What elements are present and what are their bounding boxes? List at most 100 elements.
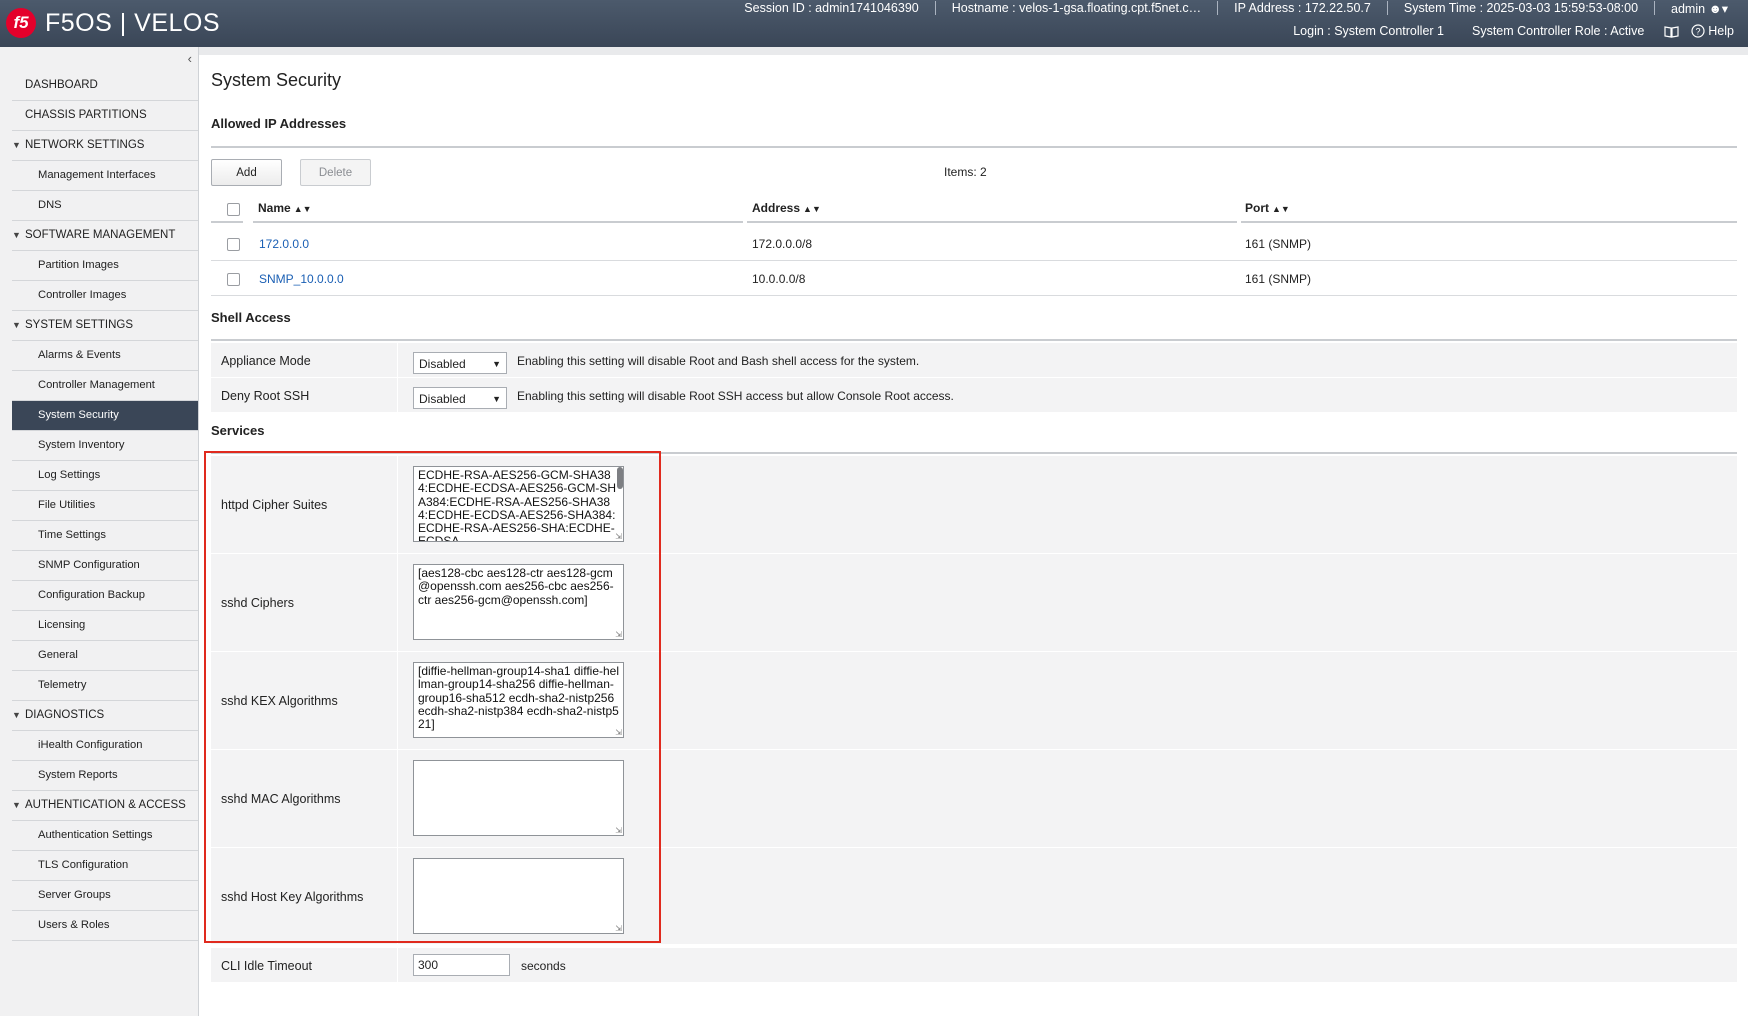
sidebar-item-configuration-backup[interactable]: Configuration Backup: [12, 581, 198, 611]
row-name-link[interactable]: 172.0.0.0: [259, 237, 309, 251]
collapse-sidebar-icon[interactable]: ‹: [188, 51, 192, 66]
sidebar-item-controller-images[interactable]: Controller Images: [12, 281, 198, 311]
sidebar-item-dashboard[interactable]: DASHBOARD: [12, 71, 198, 101]
sidebar-item-label: CHASSIS PARTITIONS: [25, 109, 147, 121]
documentation-button[interactable]: [1658, 25, 1685, 38]
sshd-kex-value: [diffie-hellman-group14-sha1 diffie-hell…: [418, 664, 620, 732]
ip-address: IP Address : 172.22.50.7: [1218, 1, 1388, 15]
row-checkbox[interactable]: [227, 238, 240, 251]
httpd-cipher-suites-textarea[interactable]: ECDHE-RSA-AES256-GCM-SHA384:ECDHE-ECDSA-…: [413, 466, 624, 542]
sidebar-item-alarms-and-events[interactable]: Alarms & Events: [12, 341, 198, 371]
textarea-scrollbar[interactable]: [617, 467, 623, 489]
sidebar-section-system-settings[interactable]: ▼ SYSTEM SETTINGS: [12, 311, 198, 341]
sidebar-item-dns[interactable]: DNS: [12, 191, 198, 221]
sidebar-item-management-interfaces[interactable]: Management Interfaces: [12, 161, 198, 191]
table-row[interactable]: SNMP_10.0.0.0 10.0.0.0/8 161 (SNMP): [211, 261, 1737, 296]
product-name: F5OS | VELOS: [45, 9, 221, 37]
form-divider: [397, 652, 398, 749]
section-divider: [211, 339, 1737, 341]
sidebar-item-file-utilities[interactable]: File Utilities: [12, 491, 198, 521]
sidebar-item-system-inventory[interactable]: System Inventory: [12, 431, 198, 461]
sidebar-item-authentication-settings[interactable]: Authentication Settings: [12, 821, 198, 851]
help-button[interactable]: ? Help: [1685, 24, 1748, 38]
sidebar-item-chassis-partitions[interactable]: CHASSIS PARTITIONS: [12, 101, 198, 131]
sidebar-section-network-settings[interactable]: ▼ NETWORK SETTINGS: [12, 131, 198, 161]
dropdown-arrow-icon: ▼: [492, 359, 501, 370]
sidebar-item-telemetry[interactable]: Telemetry: [12, 671, 198, 701]
row-checkbox[interactable]: [227, 273, 240, 286]
resize-handle-icon[interactable]: ⇲: [615, 925, 622, 933]
help-label: Help: [1708, 24, 1734, 38]
deny-root-ssh-row: Deny Root SSH Disabled ▼ Enabling this s…: [211, 378, 1737, 413]
column-header-port-label: Port: [1245, 201, 1269, 215]
sidebar-item-label: Licensing: [38, 619, 86, 631]
help-icon: ?: [1691, 24, 1705, 38]
row-name-link[interactable]: SNMP_10.0.0.0: [259, 272, 344, 286]
caret-down-icon: ▼: [12, 140, 21, 150]
sidebar-section-software-management[interactable]: ▼ SOFTWARE MANAGEMENT: [12, 221, 198, 251]
cli-idle-timeout-input[interactable]: 300: [413, 954, 510, 976]
sidebar-item-tls-configuration[interactable]: TLS Configuration: [12, 851, 198, 881]
resize-handle-icon[interactable]: ⇲: [615, 631, 622, 639]
column-header-address[interactable]: Address ▲▼: [752, 201, 821, 215]
delete-button[interactable]: Delete: [300, 159, 371, 186]
sshd-ciphers-textarea[interactable]: [aes128-cbc aes128-ctr aes128-gcm@openss…: [413, 564, 624, 640]
column-header-name[interactable]: Name ▲▼: [258, 201, 312, 215]
sort-icon: ▲▼: [803, 204, 821, 214]
select-all-checkbox[interactable]: [227, 203, 240, 216]
deny-root-ssh-value: Disabled: [419, 392, 466, 407]
table-row[interactable]: 172.0.0.0 172.0.0.0/8 161 (SNMP): [211, 226, 1737, 261]
hostname: Hostname : velos-1-gsa.floating.cpt.f5ne…: [936, 1, 1219, 15]
sidebar-item-users-and-roles[interactable]: Users & Roles: [12, 911, 198, 941]
form-divider: [397, 554, 398, 651]
form-divider: [397, 848, 398, 944]
sidebar-item-controller-management[interactable]: Controller Management: [12, 371, 198, 401]
caret-down-icon: ▼: [12, 800, 21, 810]
sidebar-item-label: SNMP Configuration: [38, 559, 140, 571]
sort-icon: ▲▼: [293, 204, 312, 214]
sidebar-item-label: Management Interfaces: [38, 169, 156, 181]
deny-root-ssh-select[interactable]: Disabled ▼: [413, 387, 507, 410]
sidebar-item-label: Controller Images: [38, 289, 127, 301]
sshd-host-key-label: sshd Host Key Algorithms: [221, 890, 364, 904]
sidebar-item-label: DIAGNOSTICS: [25, 709, 105, 721]
resize-handle-icon[interactable]: ⇲: [615, 729, 622, 737]
column-underline: [253, 221, 743, 223]
sidebar-item-time-settings[interactable]: Time Settings: [12, 521, 198, 551]
sidebar-item-server-groups[interactable]: Server Groups: [12, 881, 198, 911]
appliance-mode-select[interactable]: Disabled ▼: [413, 352, 507, 375]
sidebar-section-diagnostics[interactable]: ▼ DIAGNOSTICS: [12, 701, 198, 731]
sidebar-item-label: SOFTWARE MANAGEMENT: [25, 229, 176, 241]
sshd-host-key-textarea[interactable]: ⇲: [413, 858, 624, 934]
sidebar-item-system-security[interactable]: System Security: [12, 401, 198, 431]
sidebar-item-ihealth-configuration[interactable]: iHealth Configuration: [12, 731, 198, 761]
system-time: System Time : 2025-03-03 15:59:53-08:00: [1388, 1, 1656, 15]
sidebar-item-system-reports[interactable]: System Reports: [12, 761, 198, 791]
sshd-mac-textarea[interactable]: ⇲: [413, 760, 624, 836]
add-button[interactable]: Add: [211, 159, 282, 186]
shell-access-section-title: Shell Access: [211, 310, 291, 325]
caret-down-icon: ▼: [12, 710, 21, 720]
httpd-cipher-suites-row: httpd Cipher Suites ECDHE-RSA-AES256-GCM…: [211, 456, 1737, 554]
column-header-port[interactable]: Port ▲▼: [1245, 201, 1290, 215]
sidebar-item-snmp-configuration[interactable]: SNMP Configuration: [12, 551, 198, 581]
page-title: System Security: [211, 70, 342, 90]
sidebar-nav: DASHBOARD CHASSIS PARTITIONS ▼ NETWORK SETT…: [12, 71, 198, 941]
resize-handle-icon[interactable]: ⇲: [615, 533, 622, 541]
resize-handle-icon[interactable]: ⇲: [615, 827, 622, 835]
sidebar-item-log-settings[interactable]: Log Settings: [12, 461, 198, 491]
login-info: Login : System Controller 1: [1293, 24, 1444, 38]
sshd-kex-textarea[interactable]: [diffie-hellman-group14-sha1 diffie-hell…: [413, 662, 624, 738]
sidebar-item-label: Partition Images: [38, 259, 119, 271]
f5-logo[interactable]: f5: [6, 8, 36, 38]
sort-icon: ▲▼: [1272, 204, 1290, 214]
sshd-kex-row: sshd KEX Algorithms [diffie-hellman-grou…: [211, 652, 1737, 750]
sidebar-item-licensing[interactable]: Licensing: [12, 611, 198, 641]
row-address: 10.0.0.0/8: [752, 272, 806, 286]
row-address: 172.0.0.0/8: [752, 237, 813, 251]
user-menu[interactable]: admin ☻▾: [1655, 1, 1748, 16]
sidebar-item-label: DNS: [38, 199, 62, 211]
sidebar-item-partition-images[interactable]: Partition Images: [12, 251, 198, 281]
sidebar-item-general[interactable]: General: [12, 641, 198, 671]
sidebar-section-authentication-and-access[interactable]: ▼ AUTHENTICATION & ACCESS: [12, 791, 198, 821]
